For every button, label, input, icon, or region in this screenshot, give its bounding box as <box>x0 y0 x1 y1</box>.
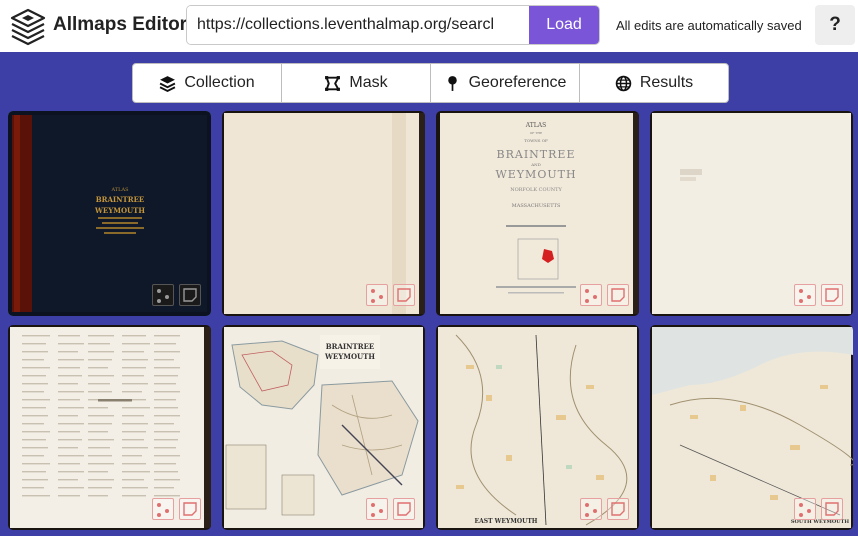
tab-results[interactable]: Results <box>580 64 728 102</box>
map-caption: EAST WEYMOUTH <box>475 518 538 525</box>
title-of-the: OF THE <box>530 131 542 135</box>
tab-mask[interactable]: Mask <box>282 64 431 102</box>
tab-label: Collection <box>184 74 255 91</box>
title-state: MASSACHUSETTS <box>512 203 561 209</box>
status-badges <box>580 284 629 306</box>
tab-georeference[interactable]: Georeference <box>431 64 580 102</box>
image-thumbnail-map-sheet-2[interactable]: SOUTH WEYMOUTH <box>650 325 853 530</box>
mask-status-icon <box>179 498 201 520</box>
georeference-status-icon <box>794 284 816 306</box>
url-form: Load <box>186 5 600 45</box>
title-weymouth: WEYMOUTH <box>495 168 576 181</box>
cover-text-weymouth: WEYMOUTH <box>94 206 145 215</box>
top-bar: Allmaps Editor Load All edits are automa… <box>0 0 858 52</box>
title-towns-of: TOWNS OF <box>524 138 548 143</box>
pin-icon <box>447 75 457 91</box>
url-input[interactable] <box>187 6 529 44</box>
title-braintree: BRAINTREE <box>497 148 576 161</box>
app-title: Allmaps Editor <box>53 14 188 35</box>
image-thumbnail-blank-page-2[interactable] <box>650 111 853 316</box>
tab-label: Mask <box>349 74 388 91</box>
load-button[interactable]: Load <box>529 6 599 44</box>
tab-collection[interactable]: Collection <box>133 64 282 102</box>
image-thumbnail-title-page[interactable]: ATLAS OF THE TOWNS OF BRAINTREE AND WEYM… <box>436 111 639 316</box>
help-button[interactable]: ? <box>815 5 855 45</box>
allmaps-logo-icon <box>10 8 46 46</box>
status-badges <box>152 284 201 306</box>
georeference-status-icon <box>580 284 602 306</box>
mask-status-icon <box>821 498 843 520</box>
image-thumbnail-map-sheet-1[interactable]: EAST WEYMOUTH <box>436 325 639 530</box>
georeference-status-icon <box>152 284 174 306</box>
image-thumbnail-cover[interactable]: ATLAS BRAINTREE WEYMOUTH <box>8 111 211 316</box>
mask-status-icon <box>607 284 629 306</box>
view-tabs: Collection Mask Georeference Results <box>132 63 729 103</box>
status-badges <box>366 284 415 306</box>
image-thumbnail-index-page[interactable] <box>8 325 211 530</box>
title-and: AND <box>530 162 541 167</box>
tab-label: Georeference <box>468 74 567 91</box>
status-badges <box>366 498 415 520</box>
cover-text-atlas: ATLAS <box>110 187 129 193</box>
globe-icon <box>615 75 632 91</box>
mask-status-icon <box>179 284 201 306</box>
cover-text-braintree: BRAINTREE <box>96 195 145 204</box>
georeference-status-icon <box>152 498 174 520</box>
image-thumbnail-blank-page[interactable] <box>222 111 425 316</box>
map-title-weymouth: WEYMOUTH <box>324 352 375 361</box>
status-badges <box>152 498 201 520</box>
georeference-status-icon <box>580 498 602 520</box>
save-status: All edits are automatically saved <box>616 18 802 33</box>
title-atlas: ATLAS <box>525 122 546 129</box>
map-title-braintree: BRAINTREE <box>326 342 375 351</box>
status-badges <box>794 284 843 306</box>
mask-status-icon <box>821 284 843 306</box>
georeference-status-icon <box>366 498 388 520</box>
mask-status-icon <box>393 498 415 520</box>
layers-icon <box>159 75 176 92</box>
image-thumbnail-overview-map[interactable]: BRAINTREE WEYMOUTH <box>222 325 425 530</box>
status-badges <box>580 498 629 520</box>
georeference-status-icon <box>366 284 388 306</box>
title-county: NORFOLK COUNTY <box>510 187 562 193</box>
georeference-status-icon <box>794 498 816 520</box>
mask-status-icon <box>393 284 415 306</box>
mask-status-icon <box>607 498 629 520</box>
mask-icon <box>325 75 341 91</box>
tab-label: Results <box>639 74 694 91</box>
status-badges <box>794 498 843 520</box>
